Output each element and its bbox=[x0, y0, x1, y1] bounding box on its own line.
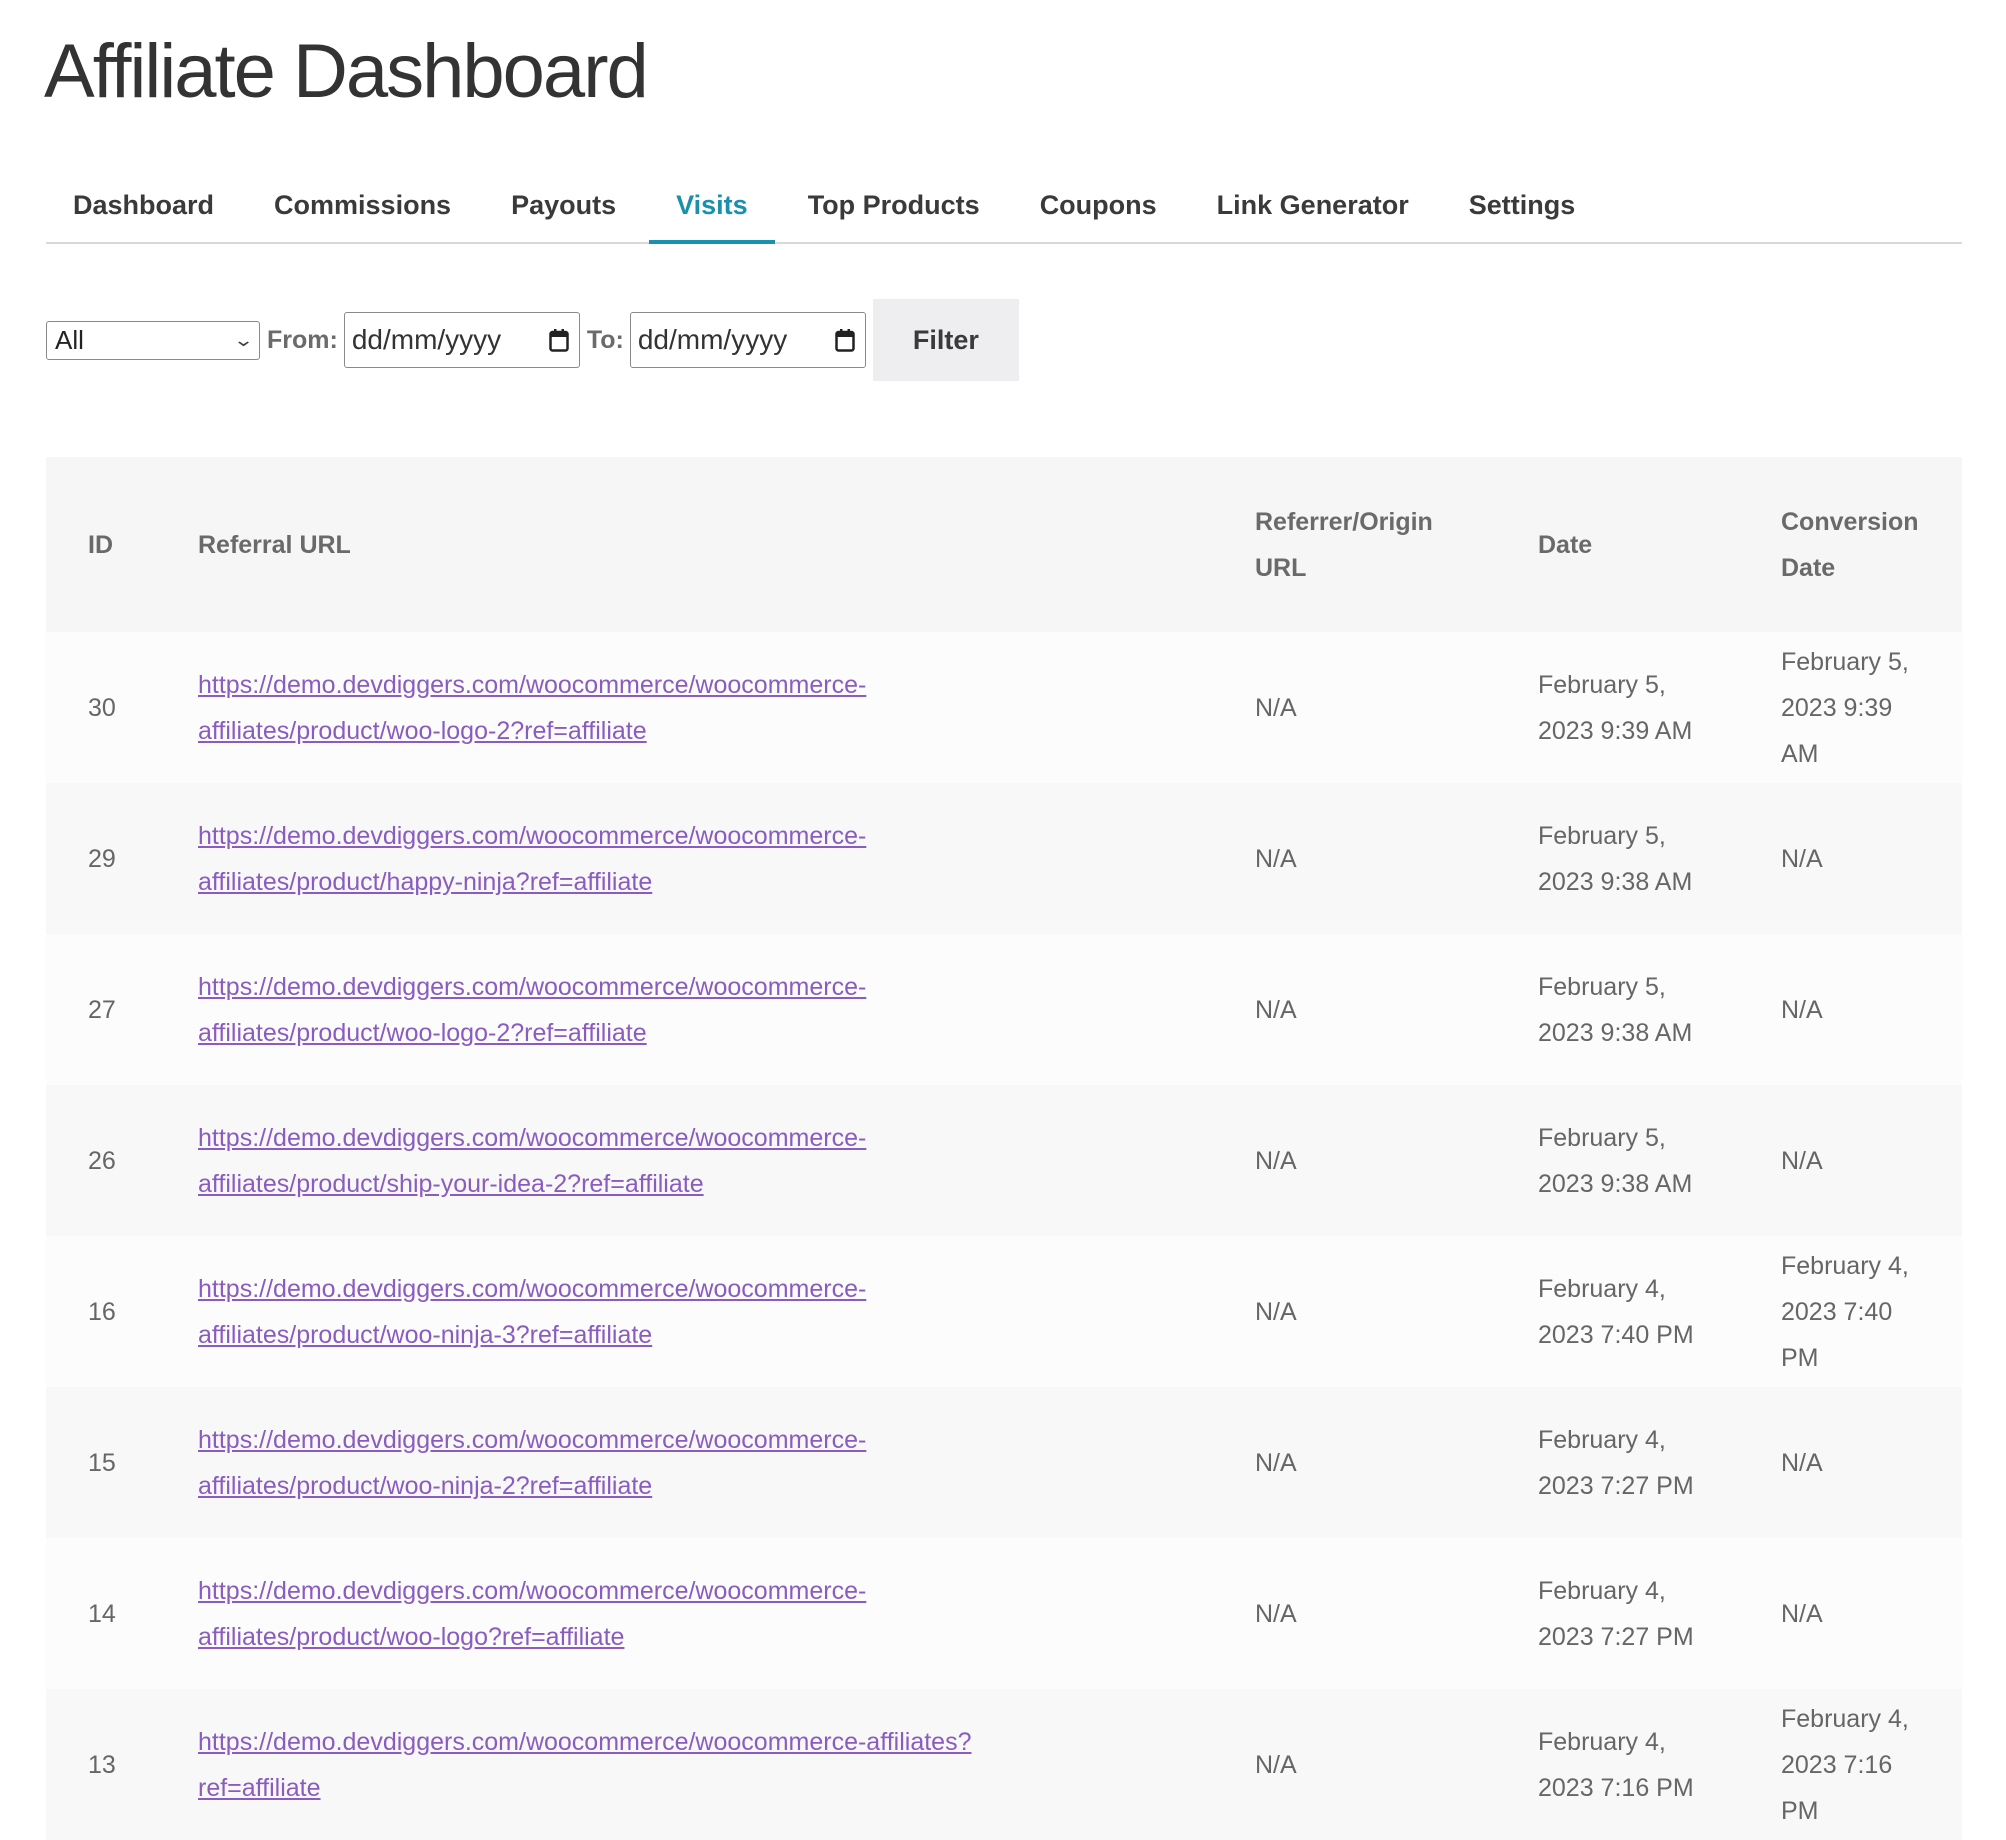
cell-referral-url: https://demo.devdiggers.com/woocommerce/… bbox=[156, 783, 1213, 934]
from-date-placeholder: dd/mm/yyyy bbox=[351, 324, 502, 355]
cell-id: 29 bbox=[88, 844, 116, 873]
table-row: 27 https://demo.devdiggers.com/woocommerc… bbox=[46, 934, 1962, 1085]
referral-url-link[interactable]: https://demo.devdiggers.com/woocommerce/… bbox=[198, 973, 866, 1047]
cell-id: 15 bbox=[88, 1448, 116, 1477]
tab-dashboard[interactable]: Dashboard bbox=[46, 168, 241, 242]
to-date-input[interactable]: dd/mm/yyyy bbox=[629, 312, 866, 368]
tab-top-products[interactable]: Top Products bbox=[781, 168, 1007, 242]
cell-date: February 5, 2023 9:38 AM bbox=[1538, 821, 1693, 896]
to-date-placeholder: dd/mm/yyyy bbox=[637, 324, 788, 355]
cell-id: 27 bbox=[88, 995, 116, 1024]
cell-referrer-url: N/A bbox=[1255, 995, 1297, 1024]
table-row: 13 https://demo.devdiggers.com/woocommerc… bbox=[46, 1689, 1962, 1840]
column-header-id: ID bbox=[88, 530, 113, 559]
status-select[interactable]: All ⌄ bbox=[46, 320, 260, 360]
table-row: 14 https://demo.devdiggers.com/woocommerc… bbox=[46, 1538, 1962, 1689]
table-row: 26 https://demo.devdiggers.com/woocommerc… bbox=[46, 1085, 1962, 1236]
from-label: From: bbox=[267, 325, 338, 354]
cell-referrer-url: N/A bbox=[1255, 1448, 1297, 1477]
cell-date: February 5, 2023 9:38 AM bbox=[1538, 1123, 1693, 1198]
column-header-referral-url: Referral URL bbox=[198, 530, 351, 559]
cell-conversion-date: N/A bbox=[1781, 995, 1823, 1024]
cell-date: February 5, 2023 9:39 AM bbox=[1538, 670, 1693, 745]
cell-conversion-date: N/A bbox=[1781, 844, 1823, 873]
cell-conversion-date: February 5, 2023 9:39 AM bbox=[1781, 647, 1909, 768]
cell-referrer-url: N/A bbox=[1255, 1599, 1297, 1628]
page-title: Affiliate Dashboard bbox=[44, 29, 649, 114]
cell-id: 13 bbox=[88, 1750, 116, 1779]
table-row: 16 https://demo.devdiggers.com/woocommerc… bbox=[46, 1236, 1962, 1387]
status-select-value: All bbox=[55, 324, 84, 355]
tab-settings[interactable]: Settings bbox=[1442, 168, 1603, 242]
cell-date: February 5, 2023 9:38 AM bbox=[1538, 972, 1693, 1047]
tab-bar: Dashboard Commissions Payouts Visits Top Pro… bbox=[46, 168, 1962, 244]
cell-date: February 4, 2023 7:40 PM bbox=[1538, 1274, 1694, 1349]
table-row: 29 https://demo.devdiggers.com/woocommerc… bbox=[46, 783, 1962, 934]
cell-conversion-date: February 4, 2023 7:40 PM bbox=[1781, 1251, 1909, 1372]
cell-referrer-url: N/A bbox=[1255, 1146, 1297, 1175]
table-row: 15 https://demo.devdiggers.com/woocommerc… bbox=[46, 1387, 1962, 1538]
cell-conversion-date: February 4, 2023 7:16 PM bbox=[1781, 1704, 1909, 1825]
calendar-icon[interactable] bbox=[549, 328, 569, 352]
cell-id: 26 bbox=[88, 1146, 116, 1175]
referral-url-link[interactable]: https://demo.devdiggers.com/woocommerce/… bbox=[198, 822, 866, 896]
calendar-icon[interactable] bbox=[835, 328, 855, 352]
cell-referral-url: https://demo.devdiggers.com/woocommerce/… bbox=[156, 1387, 1213, 1538]
tab-coupons[interactable]: Coupons bbox=[1013, 168, 1184, 242]
from-date-input[interactable]: dd/mm/yyyy bbox=[343, 312, 580, 368]
referral-url-link[interactable]: https://demo.devdiggers.com/woocommerce/… bbox=[198, 1426, 866, 1500]
column-header-date: Date bbox=[1538, 530, 1593, 559]
cell-date: February 4, 2023 7:27 PM bbox=[1538, 1425, 1694, 1500]
tab-visits[interactable]: Visits bbox=[649, 168, 775, 244]
cell-referral-url: https://demo.devdiggers.com/woocommerce/… bbox=[156, 1236, 1213, 1387]
cell-referral-url: https://demo.devdiggers.com/woocommerce/… bbox=[156, 1689, 1213, 1840]
referral-url-link[interactable]: https://demo.devdiggers.com/woocommerce/… bbox=[198, 1577, 866, 1651]
cell-referrer-url: N/A bbox=[1255, 1750, 1297, 1779]
filter-bar: All ⌄ From: dd/mm/yyyy To: dd/mm/yyyy Fi… bbox=[46, 299, 1019, 381]
cell-referrer-url: N/A bbox=[1255, 844, 1297, 873]
cell-id: 14 bbox=[88, 1599, 116, 1628]
cell-date: February 4, 2023 7:16 PM bbox=[1538, 1727, 1694, 1802]
cell-referrer-url: N/A bbox=[1255, 693, 1297, 722]
cell-referral-url: https://demo.devdiggers.com/woocommerce/… bbox=[156, 934, 1213, 1085]
referral-url-link[interactable]: https://demo.devdiggers.com/woocommerce/… bbox=[198, 671, 866, 745]
table-header-row: ID Referral URL Referrer/Origin URL Date… bbox=[46, 457, 1962, 632]
tab-payouts[interactable]: Payouts bbox=[484, 168, 643, 242]
cell-conversion-date: N/A bbox=[1781, 1599, 1823, 1628]
referral-url-link[interactable]: https://demo.devdiggers.com/woocommerce/… bbox=[198, 1728, 971, 1802]
cell-id: 16 bbox=[88, 1297, 116, 1326]
referral-url-link[interactable]: https://demo.devdiggers.com/woocommerce/… bbox=[198, 1275, 866, 1349]
tab-link-generator[interactable]: Link Generator bbox=[1190, 168, 1436, 242]
visits-table: ID Referral URL Referrer/Origin URL Date… bbox=[46, 457, 1962, 1840]
filter-button[interactable]: Filter bbox=[872, 299, 1019, 381]
cell-referral-url: https://demo.devdiggers.com/woocommerce/… bbox=[156, 632, 1213, 783]
column-header-conversion-date: Conversion Date bbox=[1781, 507, 1919, 582]
cell-referral-url: https://demo.devdiggers.com/woocommerce/… bbox=[156, 1085, 1213, 1236]
cell-referral-url: https://demo.devdiggers.com/woocommerce/… bbox=[156, 1538, 1213, 1689]
to-label: To: bbox=[586, 325, 624, 354]
cell-conversion-date: N/A bbox=[1781, 1448, 1823, 1477]
cell-referrer-url: N/A bbox=[1255, 1297, 1297, 1326]
cell-date: February 4, 2023 7:27 PM bbox=[1538, 1576, 1694, 1651]
cell-id: 30 bbox=[88, 693, 116, 722]
chevron-down-icon: ⌄ bbox=[232, 329, 255, 350]
table-row: 30 https://demo.devdiggers.com/woocommerc… bbox=[46, 632, 1962, 783]
tab-commissions[interactable]: Commissions bbox=[247, 168, 478, 242]
column-header-referrer-url: Referrer/Origin URL bbox=[1255, 507, 1433, 582]
cell-conversion-date: N/A bbox=[1781, 1146, 1823, 1175]
referral-url-link[interactable]: https://demo.devdiggers.com/woocommerce/… bbox=[198, 1124, 866, 1198]
